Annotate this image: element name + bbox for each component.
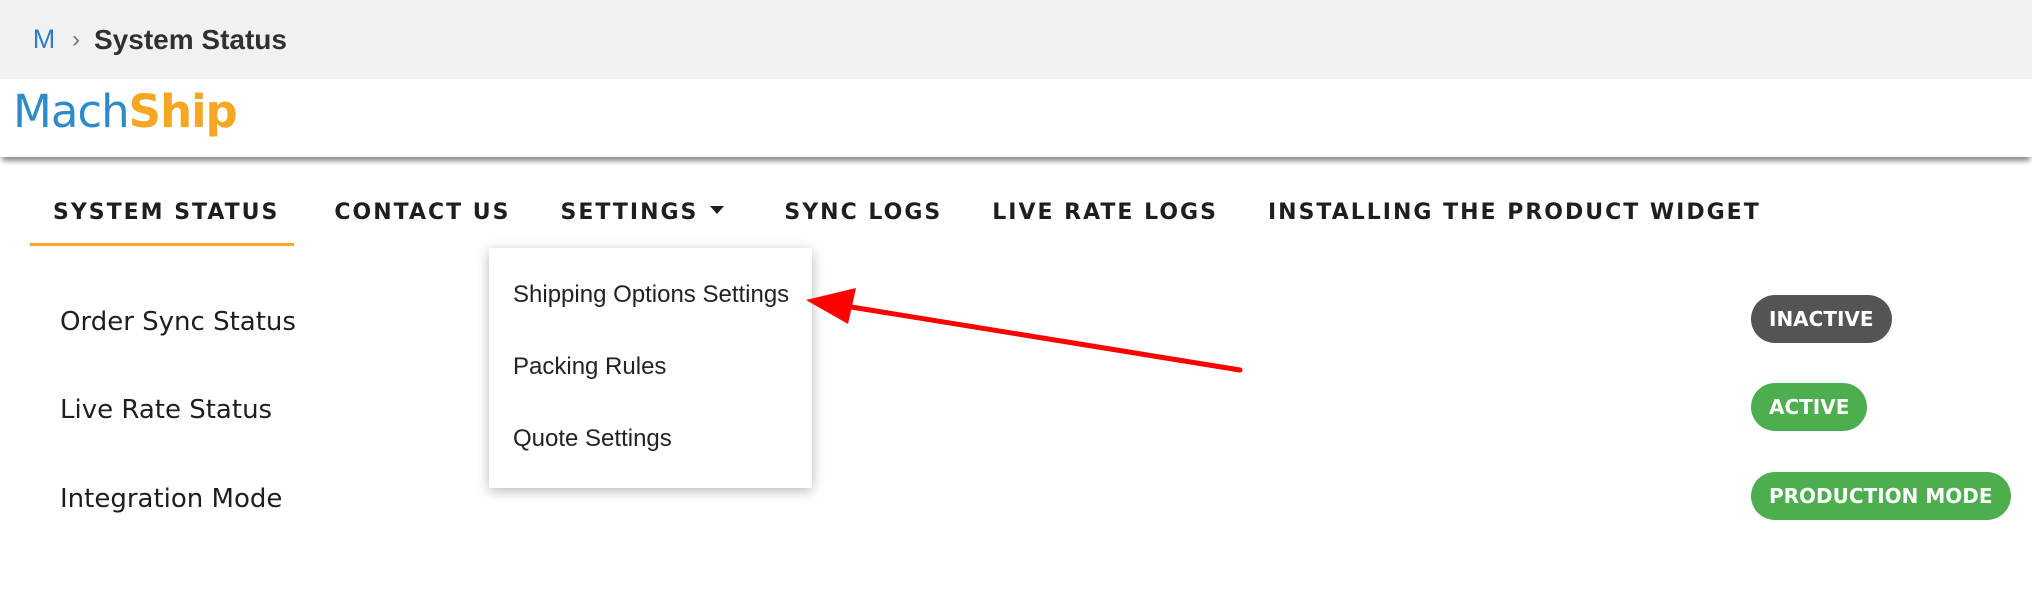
tab-live-rate-logs[interactable]: LIVE RATE LOGS [992, 178, 1218, 246]
status-label: Live Rate Status [60, 395, 273, 425]
app-logo-icon[interactable]: M [30, 24, 58, 54]
status-row-order-sync: Order Sync Status INACTIVE [60, 295, 2012, 355]
menu-item-quote-settings[interactable]: Quote Settings [513, 425, 672, 453]
status-badge: PRODUCTION MODE [1751, 472, 2011, 520]
status-label: Integration Mode [60, 484, 283, 514]
tab-settings[interactable]: SETTINGS [561, 178, 725, 246]
status-badge: INACTIVE [1751, 295, 1892, 343]
tab-sync-logs[interactable]: SYNC LOGS [784, 178, 942, 246]
status-label: Order Sync Status [60, 307, 296, 337]
status-row-integration-mode: Integration Mode PRODUCTION MODE [60, 472, 2012, 532]
caret-down-icon [710, 206, 725, 214]
tab-installing-product-widget[interactable]: INSTALLING THE PRODUCT WIDGET [1268, 178, 1761, 246]
status-row-live-rate: Live Rate Status ACTIVE [60, 383, 2012, 443]
tab-contact-us[interactable]: CONTACT US [334, 178, 510, 246]
machship-logo: MachShip [13, 85, 238, 138]
nav-tabs: SYSTEM STATUS CONTACT US SETTINGS SYNC L… [30, 178, 1761, 248]
breadcrumb-bar: M › System Status [0, 0, 2032, 79]
page-title: System Status [94, 23, 287, 55]
app-header: MachShip [0, 79, 2032, 157]
breadcrumb-chevron-icon: › [72, 25, 80, 53]
menu-item-shipping-options-settings[interactable]: Shipping Options Settings [513, 281, 789, 309]
status-badge: ACTIVE [1751, 383, 1868, 431]
tab-system-status[interactable]: SYSTEM STATUS [30, 178, 295, 246]
settings-dropdown-menu: Shipping Options Settings Packing Rules … [489, 248, 812, 488]
menu-item-packing-rules[interactable]: Packing Rules [513, 353, 666, 381]
